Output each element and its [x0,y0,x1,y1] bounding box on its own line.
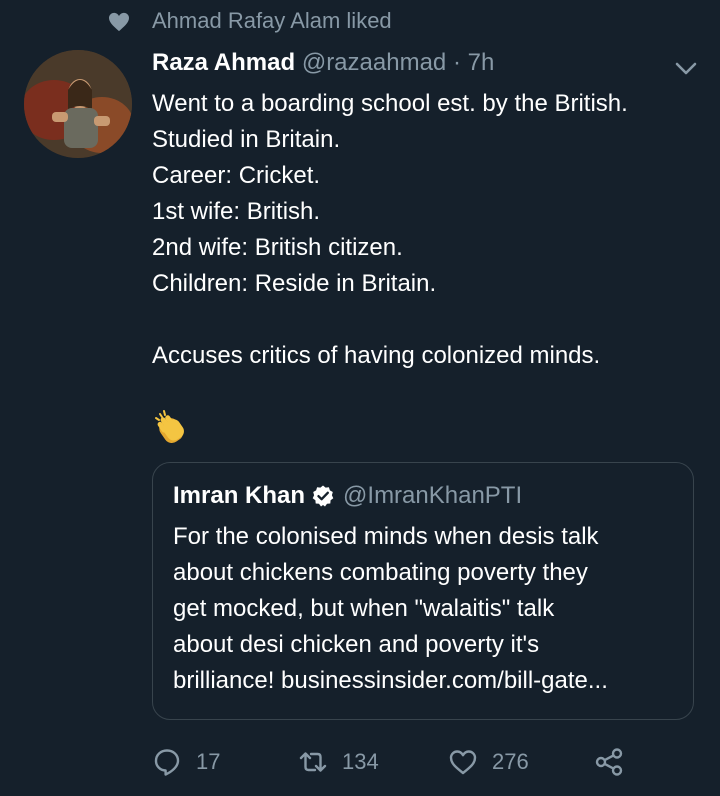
quoted-line: For the colonised minds when desis talk [173,523,599,550]
heart-icon [109,12,129,32]
quoted-line: about chickens combating poverty they [173,559,588,586]
tweet-line: Accuses critics of having colonized mind… [152,342,601,369]
quoted-author-handle: @ImranKhanPTI [343,482,523,509]
retweet-count: 134 [342,749,379,774]
avatar-image [24,50,132,158]
chevron-down-icon[interactable] [672,56,700,80]
quoted-line: about desi chicken and poverty it's [173,631,540,658]
tweet-line: Studied in Britain. [152,126,341,153]
reply-icon [154,749,180,776]
retweet-button[interactable]: 134 [298,744,379,780]
verified-badge-icon [312,485,334,507]
heart-outline-icon [449,750,477,775]
tweet-header: Raza Ahmad @razaahmad · 7h [152,48,494,78]
tweet-line: Went to a boarding school est. by the Br… [152,90,628,117]
reply-button[interactable]: 17 [152,744,220,780]
tweet-line: 1st wife: British. [152,198,321,225]
quoted-tweet-text: For the colonised minds when desis talk … [173,519,683,699]
like-button[interactable]: 276 [448,744,529,780]
author-handle[interactable]: @razaahmad [302,49,446,76]
tweet-line: Children: Reside in Britain. [152,270,437,297]
share-icon [595,748,623,776]
quoted-tweet-header: Imran Khan @ImranKhanPTI [173,481,522,511]
header-separator: · [452,49,461,76]
reply-count: 17 [196,749,221,774]
quoted-author-name: Imran Khan [173,482,306,509]
quoted-tweet[interactable]: Imran Khan @ImranKhanPTI For the colonis… [152,462,694,720]
share-button[interactable] [594,744,624,780]
tweet-line: 2nd wife: British citizen. [152,234,403,261]
tweet-text: Went to a boarding school est. by the Br… [152,86,712,374]
like-count: 276 [492,749,529,774]
clapping-hands-emoji [155,410,184,443]
retweet-icon [299,752,327,772]
social-context-text[interactable]: Ahmad Rafay Alam liked [152,8,392,34]
tweet-timestamp[interactable]: 7h [468,49,495,76]
quoted-line[interactable]: brilliance! businessinsider.com/bill-gat… [173,663,683,699]
author-name[interactable]: Raza Ahmad [152,49,295,76]
tweet-line: Career: Cricket. [152,162,321,189]
avatar[interactable] [24,50,132,158]
quoted-line: get mocked, but when "walaitis" talk [173,595,555,622]
